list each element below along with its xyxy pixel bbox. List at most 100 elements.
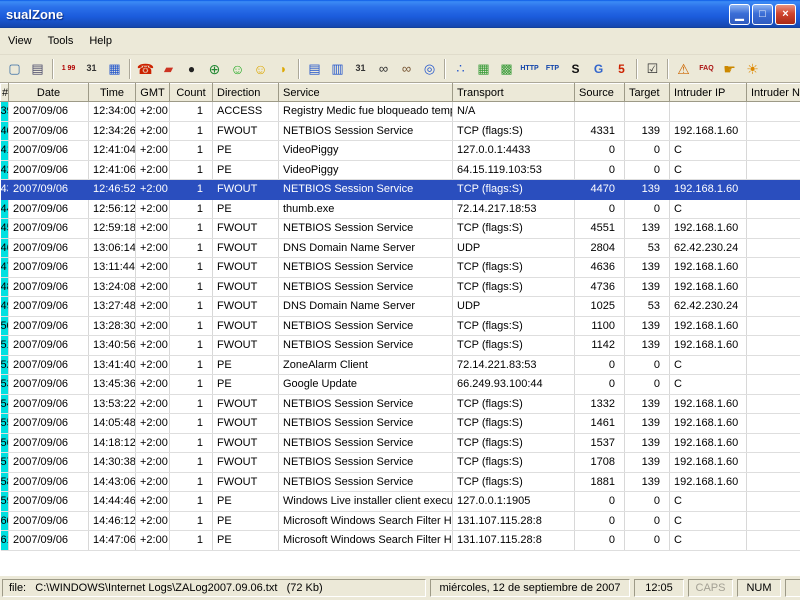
cell-date: 2007/09/06 (8, 238, 89, 258)
table-row[interactable]: 472007/09/0613:11:44+2:001FWOUTNETBIOS S… (0, 257, 800, 278)
cell-service: NETBIOS Session Service (278, 472, 453, 492)
menu-tools[interactable]: Tools (40, 31, 82, 51)
menu-view[interactable]: View (0, 31, 40, 51)
smiley-green-button[interactable]: ☺ (226, 58, 249, 80)
column-header-target[interactable]: Target (624, 83, 670, 102)
cell-target: 139 (624, 472, 670, 492)
cell-count: 1 (169, 355, 213, 375)
table-row[interactable]: 392007/09/0612:34:00+2:001ACCESSRegistry… (0, 101, 800, 122)
table-row[interactable]: 522007/09/0613:41:40+2:001PEZoneAlarm Cl… (0, 355, 800, 375)
ftp-button[interactable]: FTP (541, 58, 564, 80)
column-header-gmt[interactable]: GMT (135, 83, 170, 102)
cell-time: 13:40:56 (88, 335, 136, 356)
calendar-view-button[interactable]: 31 (349, 58, 372, 80)
column-header-source[interactable]: Source (574, 83, 625, 102)
cell-target: 139 (624, 452, 670, 473)
zoom-button[interactable]: ◎ (418, 58, 441, 80)
alert-triangle-button[interactable]: ⚠ (672, 58, 695, 80)
table-row[interactable]: 452007/09/0612:59:18+2:001FWOUTNETBIOS S… (0, 218, 800, 239)
table-row[interactable]: 442007/09/0612:56:12+2:001PEthumb.exe72.… (0, 199, 800, 219)
table-row[interactable]: 582007/09/0614:43:06+2:001FWOUTNETBIOS S… (0, 472, 800, 492)
open-log-button[interactable]: ▢ (3, 58, 26, 80)
whois-s-button[interactable]: S (564, 58, 587, 80)
table-row[interactable]: 402007/09/0612:34:26+2:001FWOUTNETBIOS S… (0, 121, 800, 141)
table-row[interactable]: 552007/09/0614:05:48+2:001FWOUTNETBIOS S… (0, 413, 800, 434)
cell-direction: PE (212, 511, 279, 531)
table-row[interactable]: 432007/09/0612:46:52+2:001FWOUTNETBIOS S… (0, 179, 800, 200)
cell-service: Microsoft Windows Search Filter Host (278, 511, 453, 531)
summary-report-button[interactable]: ▥ (326, 58, 349, 80)
table-row[interactable]: 462007/09/0613:06:14+2:001FWOUTDNS Domai… (0, 238, 800, 258)
table-row[interactable]: 482007/09/0613:24:08+2:001FWOUTNETBIOS S… (0, 277, 800, 297)
grid-export-button[interactable]: ▩ (495, 58, 518, 80)
print-button[interactable]: ▤ (26, 58, 49, 80)
dialup-phone-button[interactable]: ☎ (134, 58, 157, 80)
close-button[interactable]: × (775, 3, 796, 25)
cell-transport: TCP (flags:S) (452, 394, 575, 414)
cell-target: 53 (624, 296, 670, 317)
faq-button[interactable]: FAQ (695, 58, 718, 80)
table-row[interactable]: 542007/09/0613:53:22+2:001FWOUTNETBIOS S… (0, 394, 800, 414)
options-checkbox-button[interactable]: ☑ (641, 58, 664, 80)
donate-button[interactable]: ☀ (741, 58, 764, 80)
column-header-num[interactable]: # (0, 83, 9, 102)
cell-count: 1 (169, 199, 213, 219)
table-row[interactable]: 412007/09/0612:41:04+2:001PEVideoPiggy12… (0, 140, 800, 161)
column-header-time[interactable]: Time (88, 83, 136, 102)
report-button[interactable]: ▤ (303, 58, 326, 80)
cell-direction: FWOUT (212, 394, 279, 414)
table-row[interactable]: 602007/09/0614:46:12+2:001PEMicrosoft Wi… (0, 511, 800, 531)
table-row[interactable]: 422007/09/0612:41:06+2:001PEVideoPiggy64… (0, 160, 800, 180)
fire-truck-button[interactable]: ▰ (157, 58, 180, 80)
column-header-count[interactable]: Count (169, 83, 213, 102)
cell-gmt: +2:00 (135, 316, 170, 336)
calendar-31-button[interactable]: 31 (80, 58, 103, 80)
table-row[interactable]: 562007/09/0614:18:12+2:001FWOUTNETBIOS S… (0, 433, 800, 453)
table-row[interactable]: 502007/09/0613:28:30+2:001FWOUTNETBIOS S… (0, 316, 800, 336)
globe-button[interactable]: ⊕ (203, 58, 226, 80)
statistics-button[interactable]: ▦ (103, 58, 126, 80)
browser-5-button[interactable]: 5 (610, 58, 633, 80)
cell-service: VideoPiggy (278, 160, 453, 180)
table-row[interactable]: 572007/09/0614:30:38+2:001FWOUTNETBIOS S… (0, 452, 800, 473)
cell-date: 2007/09/06 (8, 257, 89, 278)
cell-intruder_name (746, 296, 800, 317)
google-button[interactable]: G (587, 58, 610, 80)
find-button[interactable]: ∞ (372, 58, 395, 80)
cell-service: NETBIOS Session Service (278, 277, 453, 297)
cell-target: 53 (624, 238, 670, 258)
column-header-direction[interactable]: Direction (212, 83, 279, 102)
bomb-button[interactable]: ● (180, 58, 203, 80)
toolbar-separator (636, 58, 638, 79)
cluster-button[interactable]: ∴ (449, 58, 472, 80)
report-icon: ▤ (308, 61, 321, 76)
cell-transport: 127.0.0.1:1905 (452, 491, 575, 512)
http-button[interactable]: HTTP (518, 58, 541, 80)
range-1-99-button[interactable]: 1 99 (57, 58, 80, 80)
smiley-yellow-button[interactable]: ☺ (249, 58, 272, 80)
table-row[interactable]: 512007/09/0613:40:56+2:001FWOUTNETBIOS S… (0, 335, 800, 356)
column-header-service[interactable]: Service (278, 83, 453, 102)
chart-button[interactable]: ▦ (472, 58, 495, 80)
table-row[interactable]: 612007/09/0614:47:06+2:001PEMicrosoft Wi… (0, 530, 800, 551)
minimize-button[interactable]: ▁ (729, 3, 750, 25)
log-table-area: # Date Time GMT Count Direction Service Transpo… (0, 83, 800, 576)
cell-transport: 131.107.115.28:8 (452, 530, 575, 551)
cell-transport: 66.249.93.100:44 (452, 374, 575, 395)
find-next-button[interactable]: ∞ (395, 58, 418, 80)
hand-pointer-button[interactable]: ☛ (718, 58, 741, 80)
table-row[interactable]: 532007/09/0613:45:36+2:001PEGoogle Updat… (0, 374, 800, 395)
column-header-intruder_ip[interactable]: Intruder IP (669, 83, 747, 102)
maximize-button[interactable]: □ (752, 3, 773, 25)
cell-intruder_name (746, 472, 800, 492)
menu-help[interactable]: Help (81, 31, 120, 51)
cell-intruder_ip: 192.168.1.60 (669, 472, 747, 492)
table-row[interactable]: 592007/09/0614:44:46+2:001PEWindows Live… (0, 491, 800, 512)
column-header-date[interactable]: Date (8, 83, 89, 102)
table-row[interactable]: 492007/09/0613:27:48+2:001FWOUTDNS Domai… (0, 296, 800, 317)
speech-bubble-button[interactable]: ◗ (272, 58, 295, 80)
cell-direction: FWOUT (212, 413, 279, 434)
column-header-transport[interactable]: Transport (452, 83, 575, 102)
cell-count: 1 (169, 277, 213, 297)
column-header-intruder_name[interactable]: Intruder N (746, 83, 800, 102)
